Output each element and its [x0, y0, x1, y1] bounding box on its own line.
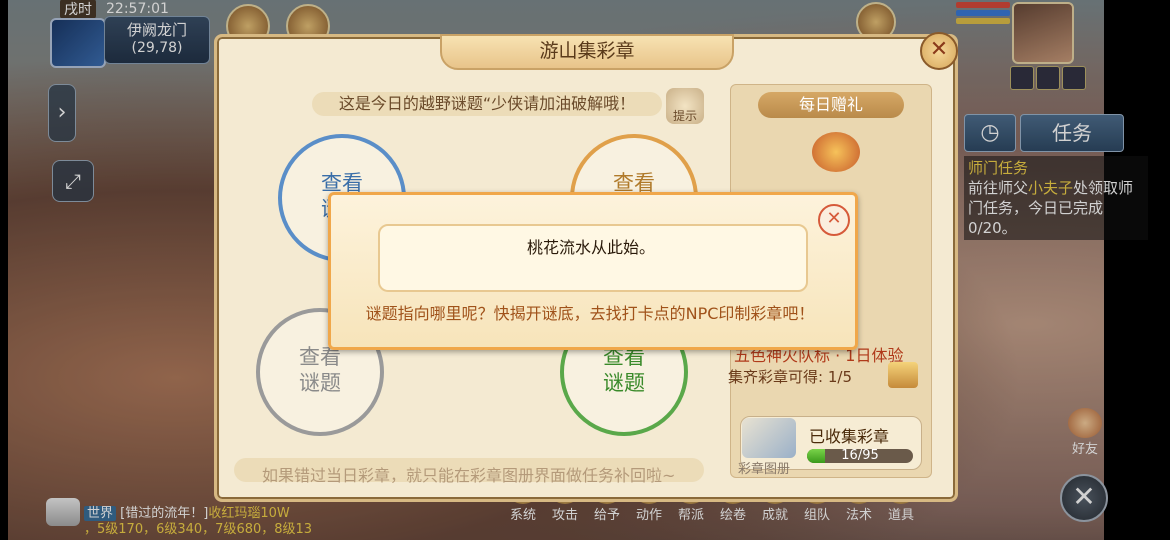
album-label: 彩章图册 [738, 462, 791, 477]
daily-gift-title: 每日赠礼 [758, 92, 904, 118]
panel-close-icon[interactable]: ✕ [920, 32, 958, 70]
collected-label: 已收集彩章 [809, 427, 890, 446]
torch-banner-icon[interactable] [812, 132, 860, 172]
footer-note: 如果错过当日彩章，就只能在彩章图册界面做任务补回啦~ [262, 466, 676, 485]
collect-prompt: 集齐彩章可得: [728, 368, 824, 386]
circle-label: 谜题 [299, 371, 341, 395]
collected-count: 16/95 [841, 448, 879, 463]
hint-button[interactable]: 提示 [666, 88, 704, 124]
gift-box-icon[interactable] [888, 362, 918, 388]
stamp-album-icon[interactable] [742, 418, 796, 458]
riddle-prompt: 这是今日的越野谜题“少侠请加油破解哦！ [312, 92, 662, 116]
collect-progress: 集齐彩章可得: 1/5 [728, 366, 852, 387]
riddle-message: 桃花流水从此始。 [526, 238, 655, 257]
circle-label: 谜题 [603, 371, 645, 395]
hint-label: 提示 [672, 109, 697, 123]
panel-title: 游山集彩章 [440, 34, 734, 70]
riddle-hint-text: 谜题指向哪里呢？快揭开谜底，去找打卡点的NPC印制彩章吧！ [365, 304, 815, 323]
dialog-close-icon[interactable]: ✕ [818, 204, 850, 236]
collect-progress-value: 1/5 [827, 368, 852, 386]
